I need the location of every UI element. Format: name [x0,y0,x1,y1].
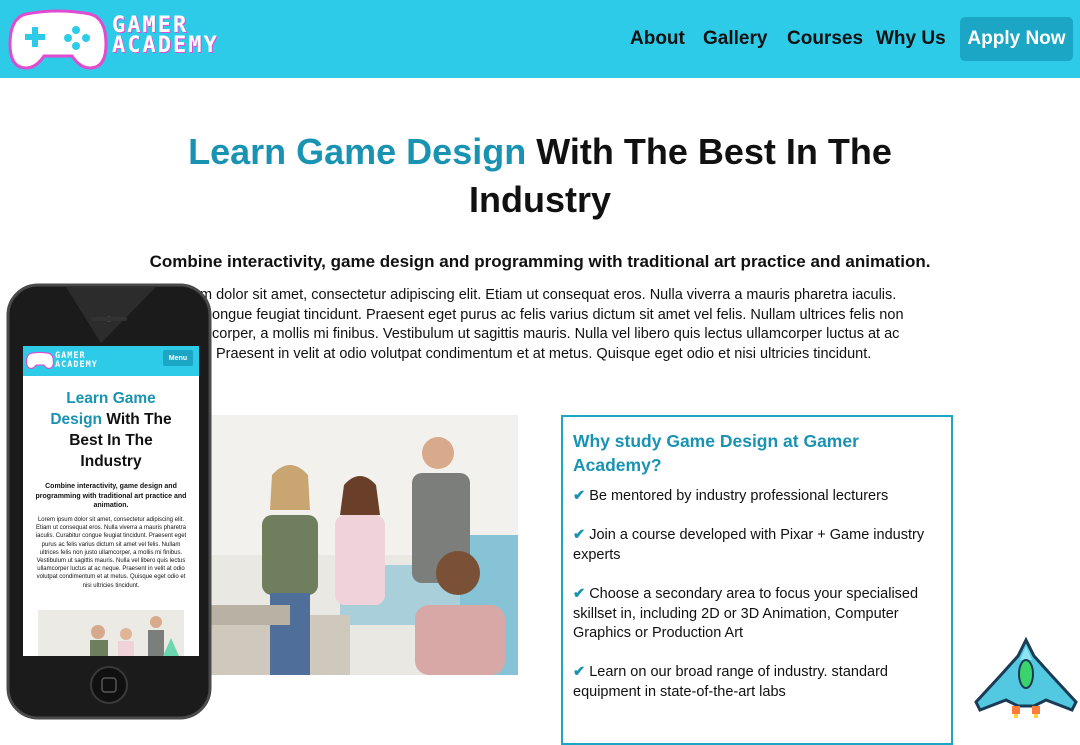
phone-page-title: Learn Game Design With The Best In The I… [33,388,189,472]
phone-photo [38,610,184,656]
phone-logo-text: GAMER ACADEMY [55,352,98,370]
phone-screen: GAMER ACADEMY Menu Learn Game Design Wit… [23,346,199,656]
list-item-text: Join a course developed with Pixar + Gam… [573,527,925,563]
title-rest-2: Industry [468,179,611,220]
list-item: ✔ Join a course developed with Pixar + G… [573,526,945,565]
phone-logo-line-2: ACADEMY [55,360,98,370]
phone-paragraph: Lorem ipsum dolor sit amet, consectetur … [35,517,187,589]
phone-title-rest-2: Best In The [69,432,153,449]
list-item: ✔ Be mentored by industry professional l… [573,487,945,507]
title-rest: With The Best In The [526,131,892,172]
hero-subheading: Combine interactivity, game design and p… [149,252,931,271]
phone-gamepad-logo-icon [26,351,54,369]
phone-menu-button[interactable]: Menu [163,350,193,366]
phone-subheading: Combine interactivity, game design and p… [35,483,187,509]
nav-why-us[interactable]: Why Us [876,28,946,50]
phone-title-rest: With The [102,411,172,428]
nav-gallery[interactable]: Gallery [703,28,767,50]
logo-text[interactable]: GAMER ACADEMY [112,15,219,58]
list-item-text: Be mentored by industry professional lec… [589,488,889,504]
phone-title-rest-3: Industry [80,453,142,470]
check-icon: ✔ [573,527,586,543]
nav-about[interactable]: About [630,28,685,50]
paragraph-line: Praesent in velit at odio volutpat condi… [216,345,872,362]
pixel-spaceship-icon [974,636,1078,718]
check-icon: ✔ [573,586,586,602]
check-icon: ✔ [573,664,586,680]
why-study-box: Why study Game Design at Gamer Academy? … [561,415,953,745]
list-item-text: Choose a secondary area to focus your sp… [573,586,919,641]
page-title: Learn Game Design With The Best In The I… [140,128,940,224]
students-photo [190,415,518,675]
title-accent: Learn Game Design [188,131,527,172]
logo-line-2: ACADEMY [112,33,219,58]
phone-title-accent: Learn Game [66,390,156,407]
phone-header: GAMER ACADEMY Menu [23,346,199,376]
paragraph-line: m dolor sit amet, consectetur adipiscing… [200,287,897,303]
apply-now-button[interactable]: Apply Now [960,17,1073,61]
gamepad-logo-icon[interactable] [8,4,108,72]
phone-title-accent-2: Design [50,411,103,428]
why-study-title: Why study Game Design at Gamer Academy? [573,431,859,475]
list-item-text: Learn on our broad range of industry. st… [573,664,888,700]
paragraph-line: ongue feugiat tincidunt. Praesent eget p… [212,306,904,323]
check-icon: ✔ [573,488,586,504]
paragraph-line: corper, a mollis mi finibus. Vestibulum … [212,326,900,342]
hero-paragraph: m dolor sit amet, consectetur adipiscing… [180,286,960,364]
list-item: ✔ Learn on our broad range of industry. … [573,663,945,702]
nav-courses[interactable]: Courses [787,28,863,50]
list-item: ✔ Choose a secondary area to focus your … [573,585,945,644]
site-header: GAMER ACADEMY About Gallery Courses Why … [0,0,1080,78]
